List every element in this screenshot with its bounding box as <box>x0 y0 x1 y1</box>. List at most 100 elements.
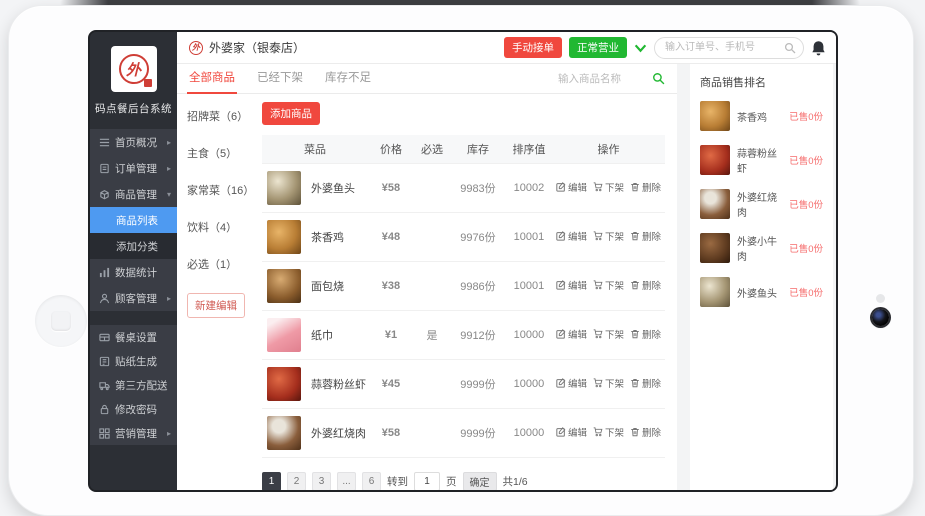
sidebar-item-table-settings[interactable]: 餐桌设置 <box>90 325 177 349</box>
delete-button[interactable]: 删除 <box>630 180 661 194</box>
sidebar-item-goods[interactable]: 商品管理 ▾ <box>90 181 177 207</box>
system-name: 码点餐后台系统 <box>90 101 177 116</box>
ranking-dish-name: 茶香鸡 <box>737 109 782 124</box>
order-search-input[interactable] <box>654 37 804 59</box>
dish-photo <box>700 145 730 175</box>
order-search <box>654 37 804 59</box>
delete-button[interactable]: 删除 <box>630 327 661 341</box>
top-bar: 外 外婆家（银泰店） 手动接单 正常营业 <box>177 32 836 64</box>
app-screen: 外 码点餐后台系统 首页概况 ▸ 订单管理 ▸ 商品管理 ▾ 商品列表 <box>88 30 838 492</box>
take-down-button[interactable]: 下架 <box>593 229 624 243</box>
page-button-ellipsis[interactable]: ... <box>337 472 356 491</box>
dish-sort: 10000 <box>506 408 552 457</box>
table-row: 茶香鸡 ¥48 9976份 10001 编辑下架删除 <box>262 212 665 261</box>
sidebar-item-goods-list[interactable]: 商品列表 <box>90 207 177 233</box>
goods-panel: 全部商品 已经下架 库存不足 招牌菜（6） 主食（5） 家常菜（16） 饮料（4… <box>177 64 677 490</box>
sticker-icon <box>99 356 110 367</box>
table-row: 外婆红烧肉 ¥58 9999份 10000 编辑下架删除 <box>262 408 665 457</box>
delete-button[interactable]: 删除 <box>630 229 661 243</box>
orders-icon <box>99 163 110 174</box>
dish-photo <box>700 189 730 219</box>
sidebar-item-customers[interactable]: 顾客管理 ▸ <box>90 285 177 311</box>
manual-accept-button[interactable]: 手动接单 <box>504 37 562 58</box>
col-sort: 排序值 <box>506 135 552 163</box>
dish-photo <box>267 318 301 352</box>
table-row: 外婆鱼头 ¥58 9983份 10002 编辑下架删除 <box>262 163 665 212</box>
tab-all-goods[interactable]: 全部商品 <box>189 64 235 94</box>
edit-button[interactable]: 编辑 <box>556 229 587 243</box>
take-down-button[interactable]: 下架 <box>593 278 624 292</box>
category-item[interactable]: 招牌菜（6） <box>187 108 262 124</box>
goto-confirm-button[interactable]: 确定 <box>463 472 497 491</box>
table-row: 蒜蓉粉丝虾 ¥45 9999份 10000 编辑下架删除 <box>262 359 665 408</box>
ranking-dish-name: 外婆红烧肉 <box>737 189 782 219</box>
edit-button[interactable]: 编辑 <box>556 425 587 439</box>
edit-button[interactable]: 编辑 <box>556 376 587 390</box>
take-down-button[interactable]: 下架 <box>593 327 624 341</box>
sidebar-item-statistics[interactable]: 数据统计 <box>90 259 177 285</box>
goto-page-input[interactable] <box>414 472 440 491</box>
category-item[interactable]: 饮料（4） <box>187 219 262 235</box>
notification-bell-icon[interactable] <box>811 40 826 56</box>
delete-button[interactable]: 删除 <box>630 278 661 292</box>
dish-name: 蒜蓉粉丝虾 <box>311 376 366 392</box>
take-down-button[interactable]: 下架 <box>593 376 624 390</box>
sidebar-item-sticker-generate[interactable]: 贴纸生成 <box>90 349 177 373</box>
search-icon[interactable] <box>784 42 796 54</box>
product-search-input[interactable] <box>556 72 648 86</box>
category-item[interactable]: 必选（1） <box>187 256 262 272</box>
sidebar-item-third-party-delivery[interactable]: 第三方配送 <box>90 373 177 397</box>
home-button-square <box>51 311 71 331</box>
edit-icon <box>556 378 566 388</box>
tablet-home-button[interactable] <box>35 295 87 347</box>
dish-required <box>414 408 450 457</box>
status-chevron-down-icon[interactable] <box>634 43 647 53</box>
dish-photo <box>267 367 301 401</box>
edit-button[interactable]: 编辑 <box>556 180 587 194</box>
product-search-icon[interactable] <box>652 72 665 85</box>
sidebar-item-add-category[interactable]: 添加分类 <box>90 233 177 259</box>
sidebar-item-overview[interactable]: 首页概况 ▸ <box>90 129 177 155</box>
dish-required <box>414 359 450 408</box>
ranking-sold-badge: 已售0份 <box>789 153 823 167</box>
page-button-3[interactable]: 3 <box>312 472 331 491</box>
page-button-6[interactable]: 6 <box>362 472 381 491</box>
edit-button[interactable]: 编辑 <box>556 278 587 292</box>
category-item[interactable]: 主食（5） <box>187 145 262 161</box>
tab-low-stock[interactable]: 库存不足 <box>325 64 371 94</box>
tab-off-shelf[interactable]: 已经下架 <box>257 64 303 94</box>
business-status-button[interactable]: 正常营业 <box>569 37 627 58</box>
dish-name: 面包烧 <box>311 278 344 294</box>
edit-button[interactable]: 编辑 <box>556 327 587 341</box>
new-category-button[interactable]: 新建编辑 <box>187 293 245 318</box>
sidebar-item-marketing[interactable]: 营销管理 ▸ <box>90 421 177 445</box>
sidebar: 外 码点餐后台系统 首页概况 ▸ 订单管理 ▸ 商品管理 ▾ 商品列表 <box>90 32 177 490</box>
cart-icon <box>593 329 603 339</box>
goods-icon <box>99 189 110 200</box>
page-button-2[interactable]: 2 <box>287 472 306 491</box>
dish-sort: 10000 <box>506 359 552 408</box>
product-search <box>556 72 665 86</box>
dish-stock: 9999份 <box>450 408 506 457</box>
goods-body: 招牌菜（6） 主食（5） 家常菜（16） 饮料（4） 必选（1） 新建编辑 添加… <box>177 94 677 490</box>
chevron-right-icon: ▸ <box>167 138 171 147</box>
dish-photo <box>267 269 301 303</box>
dish-sort: 10001 <box>506 212 552 261</box>
sales-ranking-panel: 商品销售排名 茶香鸡 已售0份 蒜蓉粉丝虾 已售0份 外婆红烧肉 已售0份 <box>690 64 833 490</box>
sidebar-item-change-password[interactable]: 修改密码 <box>90 397 177 421</box>
sidebar-item-orders[interactable]: 订单管理 ▸ <box>90 155 177 181</box>
chevron-right-icon: ▸ <box>167 164 171 173</box>
goods-table-region: 添加商品 菜品 价格 必选 库存 排序值 操作 <box>262 94 677 490</box>
delete-button[interactable]: 删除 <box>630 425 661 439</box>
take-down-button[interactable]: 下架 <box>593 425 624 439</box>
col-price: 价格 <box>368 135 414 163</box>
add-product-button[interactable]: 添加商品 <box>262 102 320 125</box>
ranking-sold-badge: 已售0份 <box>789 109 823 123</box>
ranking-sold-badge: 已售0份 <box>789 197 823 211</box>
category-item[interactable]: 家常菜（16） <box>187 182 262 198</box>
page-unit-label: 页 <box>446 474 457 489</box>
take-down-button[interactable]: 下架 <box>593 180 624 194</box>
trash-icon <box>630 378 640 388</box>
page-button-1[interactable]: 1 <box>262 472 281 491</box>
delete-button[interactable]: 删除 <box>630 376 661 390</box>
